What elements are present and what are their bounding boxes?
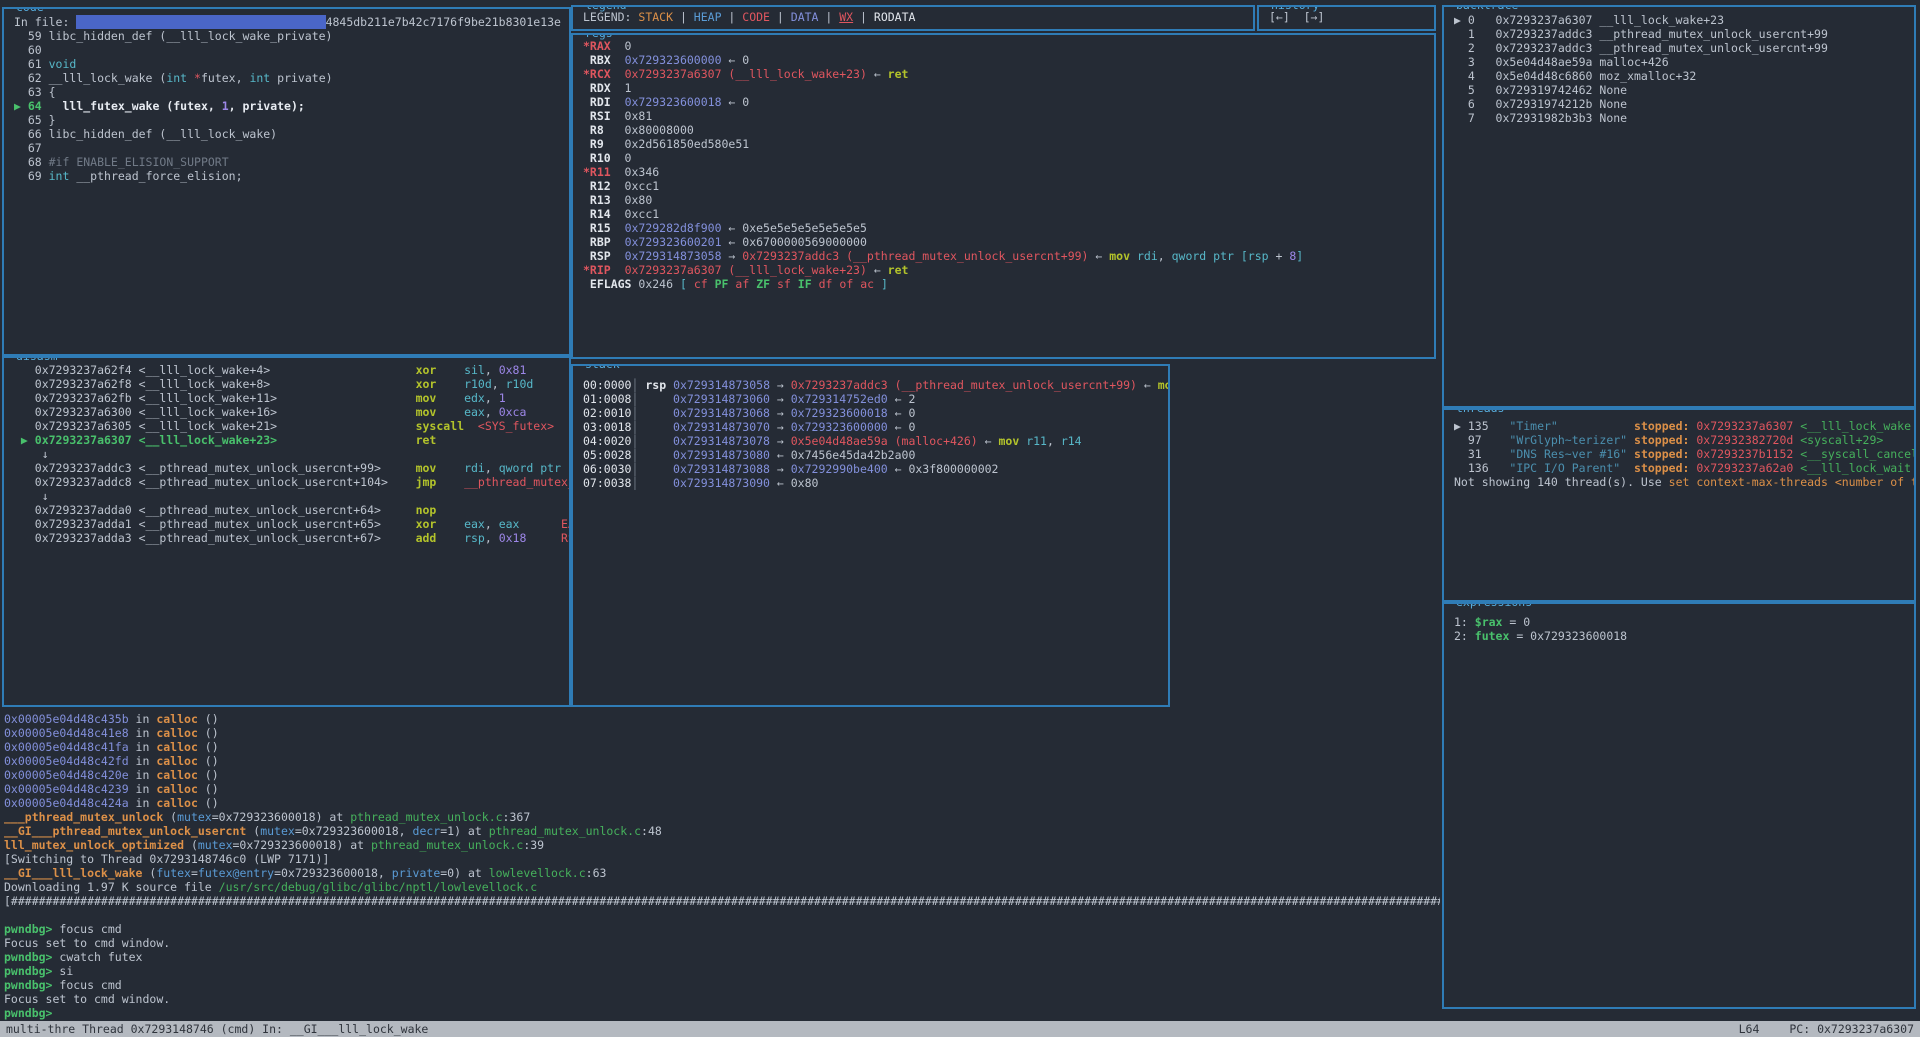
backtrace-panel-title: backtrace	[1452, 5, 1522, 12]
source-code-listing: In file: 4845db211e7b42c7176f9be21b8301e…	[4, 9, 569, 183]
command-output[interactable]: 0x00005e04d48c435b in calloc ()0x00005e0…	[4, 712, 1440, 1020]
legend-panel-title: legend	[581, 5, 631, 12]
registers-panel-title: regs	[581, 33, 617, 40]
status-bar: multi-thre Thread 0x7293148746 (cmd) In:…	[0, 1021, 1920, 1037]
status-bar-right: L64 PC: 0x7293237a6307	[1709, 1022, 1914, 1036]
status-bar-context: multi-thre Thread 0x7293148746 (cmd) In:…	[6, 1022, 428, 1036]
status-line-number: L64	[1739, 1022, 1760, 1036]
history-panel: history [←] [→]	[1257, 5, 1436, 31]
expressions-panel: expressions 1: $rax = 02: futex = 0x7293…	[1442, 602, 1916, 1009]
backtrace-frames: ▶ 0 0x7293237a6307 __lll_lock_wake+23 1 …	[1444, 7, 1914, 125]
stack-panel-title: stack	[581, 364, 624, 371]
history-panel-title: history	[1267, 5, 1323, 12]
status-pc-value: PC: 0x7293237a6307	[1789, 1022, 1914, 1036]
threads-panel-title: threads	[1452, 408, 1508, 415]
code-panel-title: code	[12, 7, 48, 14]
legend-panel: legend LEGEND: STACK | HEAP | CODE | DAT…	[571, 5, 1255, 31]
registers-panel: regs *RAX 0 RBX 0x729323600000 ← 0*RCX 0…	[571, 33, 1436, 359]
threads-listing: ▶ 135 "Timer" stopped: 0x7293237a6307 <_…	[1444, 410, 1914, 489]
registers-listing: *RAX 0 RBX 0x729323600000 ← 0*RCX 0x7293…	[573, 35, 1434, 291]
expressions-panel-title: expressions	[1452, 602, 1536, 609]
threads-panel: threads ▶ 135 "Timer" stopped: 0x7293237…	[1442, 408, 1916, 602]
stack-panel: stack 00:0000│ rsp 0x729314873058 → 0x72…	[571, 364, 1170, 707]
code-panel: code In file: 4845db211e7b42c7176f9be21b…	[2, 7, 571, 356]
disassembly-listing: 0x7293237a62f4 <__lll_lock_wake+4> xor s…	[4, 358, 569, 545]
disasm-panel: disasm 0x7293237a62f4 <__lll_lock_wake+4…	[2, 356, 571, 707]
backtrace-panel: backtrace ▶ 0 0x7293237a6307 __lll_lock_…	[1442, 5, 1916, 408]
disasm-panel-title: disasm	[12, 356, 62, 363]
stack-listing: 00:0000│ rsp 0x729314873058 → 0x7293237a…	[573, 366, 1168, 490]
legend-items: LEGEND: STACK | HEAP | CODE | DATA | WX …	[573, 7, 1253, 24]
watch-expressions: 1: $rax = 02: futex = 0x729323600018	[1444, 604, 1914, 643]
